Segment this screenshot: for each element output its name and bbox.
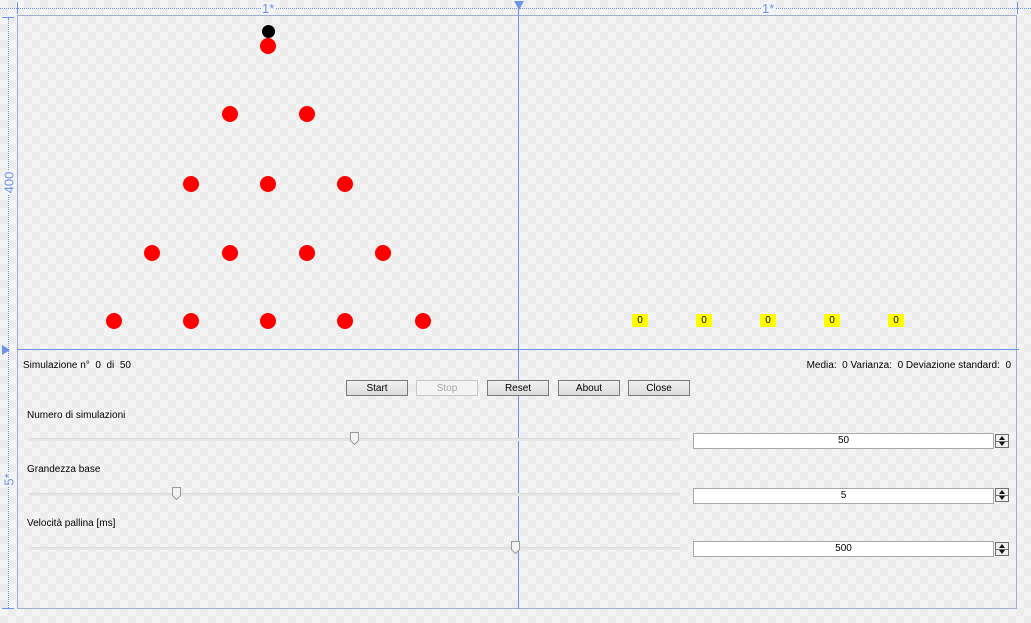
peg xyxy=(183,176,199,192)
ball-speed-spinner[interactable] xyxy=(995,542,1009,556)
simulation-counter: Simulazione n° 0 di 50 xyxy=(23,360,131,372)
ball-speed-label: Velocità pallina [ms] xyxy=(27,518,116,529)
peg xyxy=(299,245,315,261)
varianza-value: 0 xyxy=(897,360,904,371)
slider-thumb[interactable] xyxy=(511,541,520,554)
row-bottom-size-label[interactable]: 5* xyxy=(2,472,17,487)
spin-down-icon[interactable] xyxy=(996,494,1008,502)
peg xyxy=(415,313,431,329)
base-size-label: Grandezza base xyxy=(27,464,101,475)
simulations-label: Numero di simulazioni xyxy=(27,410,126,421)
column-tick xyxy=(17,2,18,14)
close-button[interactable]: Close xyxy=(628,380,690,396)
slider-track[interactable] xyxy=(29,493,680,496)
peg xyxy=(337,313,353,329)
peg xyxy=(106,313,122,329)
slider-thumb[interactable] xyxy=(172,487,181,500)
peg xyxy=(222,106,238,122)
falling-ball xyxy=(262,25,275,38)
column-left-size-label[interactable]: 1* xyxy=(261,2,276,15)
media-label: Media: xyxy=(806,360,837,371)
base-size-value-field[interactable]: 5 xyxy=(693,488,994,504)
column-splitter-handle-icon[interactable] xyxy=(514,1,524,10)
varianza-label: Varianza: xyxy=(850,360,893,371)
peg xyxy=(375,245,391,261)
simulation-of: di xyxy=(106,360,115,371)
reset-button[interactable]: Reset xyxy=(487,380,549,396)
base-size-spinner[interactable] xyxy=(995,488,1009,502)
simulations-slider[interactable] xyxy=(29,432,680,448)
column-tick xyxy=(1017,2,1018,14)
simulation-current: 0 xyxy=(95,360,101,371)
start-button[interactable]: Start xyxy=(346,380,408,396)
stop-button[interactable]: Stop xyxy=(416,380,478,396)
bin-count: 0 xyxy=(696,314,712,327)
base-size-slider[interactable] xyxy=(29,487,680,503)
simulations-value-field[interactable]: 50 xyxy=(693,433,994,449)
peg xyxy=(337,176,353,192)
row-tick xyxy=(2,608,14,609)
peg xyxy=(260,38,276,54)
peg xyxy=(260,313,276,329)
column-divider-guide[interactable] xyxy=(518,9,519,609)
peg xyxy=(144,245,160,261)
row-splitter-handle-icon[interactable] xyxy=(2,345,10,355)
row-tick xyxy=(2,17,14,18)
devstd-value: 0 xyxy=(1005,360,1011,371)
simulation-label: Simulazione n° xyxy=(23,360,90,371)
about-button[interactable]: About xyxy=(558,380,620,396)
devstd-label: Deviazione standard: xyxy=(905,360,1000,371)
designer-frame xyxy=(17,15,1017,609)
spin-down-icon[interactable] xyxy=(996,440,1008,448)
simulation-total: 50 xyxy=(119,360,131,371)
row-top-size-label[interactable]: 400 xyxy=(1,170,16,195)
bin-count: 0 xyxy=(760,314,776,327)
ball-speed-slider[interactable] xyxy=(29,541,680,557)
spin-down-icon[interactable] xyxy=(996,548,1008,556)
slider-thumb[interactable] xyxy=(350,432,359,445)
media-value: 0 xyxy=(842,360,848,371)
bin-count: 0 xyxy=(824,314,840,327)
row-dimension-line xyxy=(8,18,9,608)
peg xyxy=(260,176,276,192)
statistics-readout: Media: 0 Varianza: 0 Deviazione standard… xyxy=(807,360,1011,372)
bin-count: 0 xyxy=(632,314,648,327)
bin-count: 0 xyxy=(888,314,904,327)
peg xyxy=(183,313,199,329)
ball-speed-value-field[interactable]: 500 xyxy=(693,541,994,557)
simulations-spinner[interactable] xyxy=(995,434,1009,448)
column-right-size-label[interactable]: 1* xyxy=(761,2,776,15)
peg xyxy=(299,106,315,122)
slider-track[interactable] xyxy=(29,547,680,550)
peg xyxy=(222,245,238,261)
